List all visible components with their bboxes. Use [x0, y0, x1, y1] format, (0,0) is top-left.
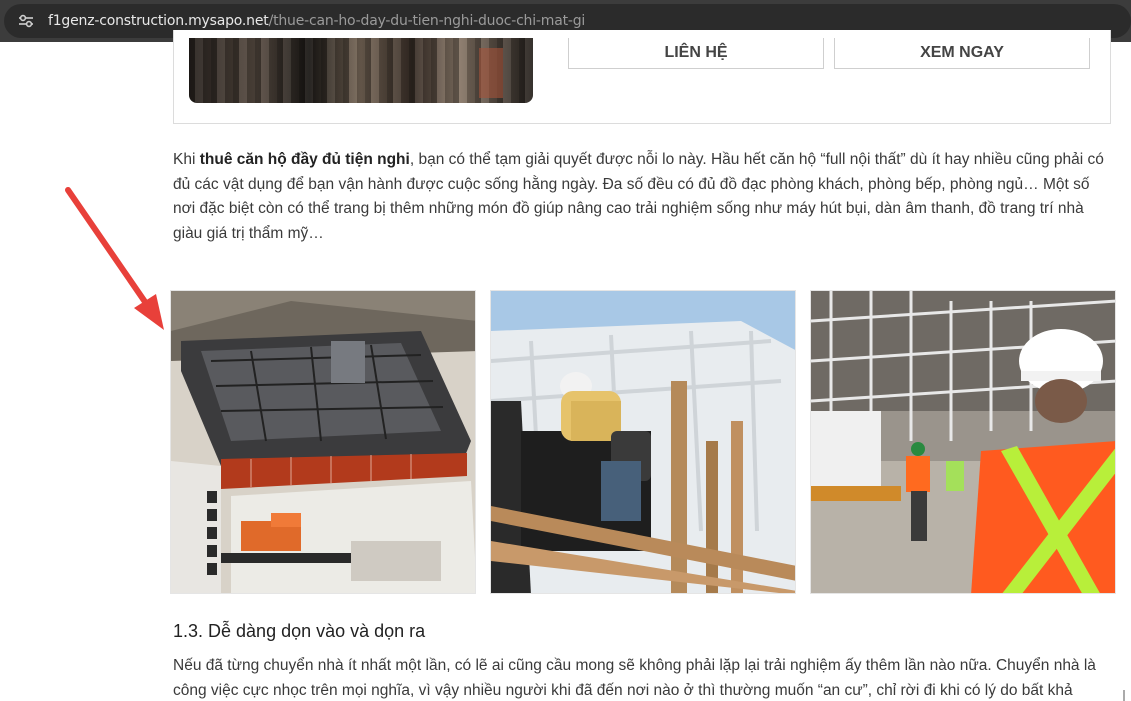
para-lead: Khi — [173, 151, 200, 168]
gallery-image-aerial-site[interactable] — [170, 290, 476, 594]
red-arrow-annotation — [65, 187, 164, 330]
url-text[interactable]: f1genz-construction.mysapo.net/thue-can-… — [48, 13, 585, 29]
article-paragraph: Nếu đã từng chuyển nhà ít nhất một lần, … — [173, 657, 1096, 699]
contact-button[interactable]: LIÊN HỆ — [568, 38, 824, 69]
gallery-image-worker[interactable] — [490, 290, 796, 594]
gallery-image-safety-vest[interactable] — [810, 290, 1116, 594]
url-path: /thue-can-ho-day-du-tien-nghi-duoc-chi-m… — [268, 13, 586, 29]
article-paragraph: Khi thuê căn hộ đầy đủ tiện nghi, bạn có… — [173, 148, 1108, 246]
url-host: f1genz-construction.mysapo.net — [48, 13, 269, 29]
site-settings-icon[interactable] — [18, 14, 34, 28]
para-bold-link: thuê căn hộ đầy đủ tiện nghi — [199, 151, 410, 168]
section-heading: 1.3. Dễ dàng dọn vào và dọn ra — [173, 621, 426, 641]
mouse-cursor-icon — [1123, 690, 1125, 701]
view-now-button[interactable]: XEM NGAY — [834, 38, 1090, 69]
product-card-image — [189, 38, 533, 103]
